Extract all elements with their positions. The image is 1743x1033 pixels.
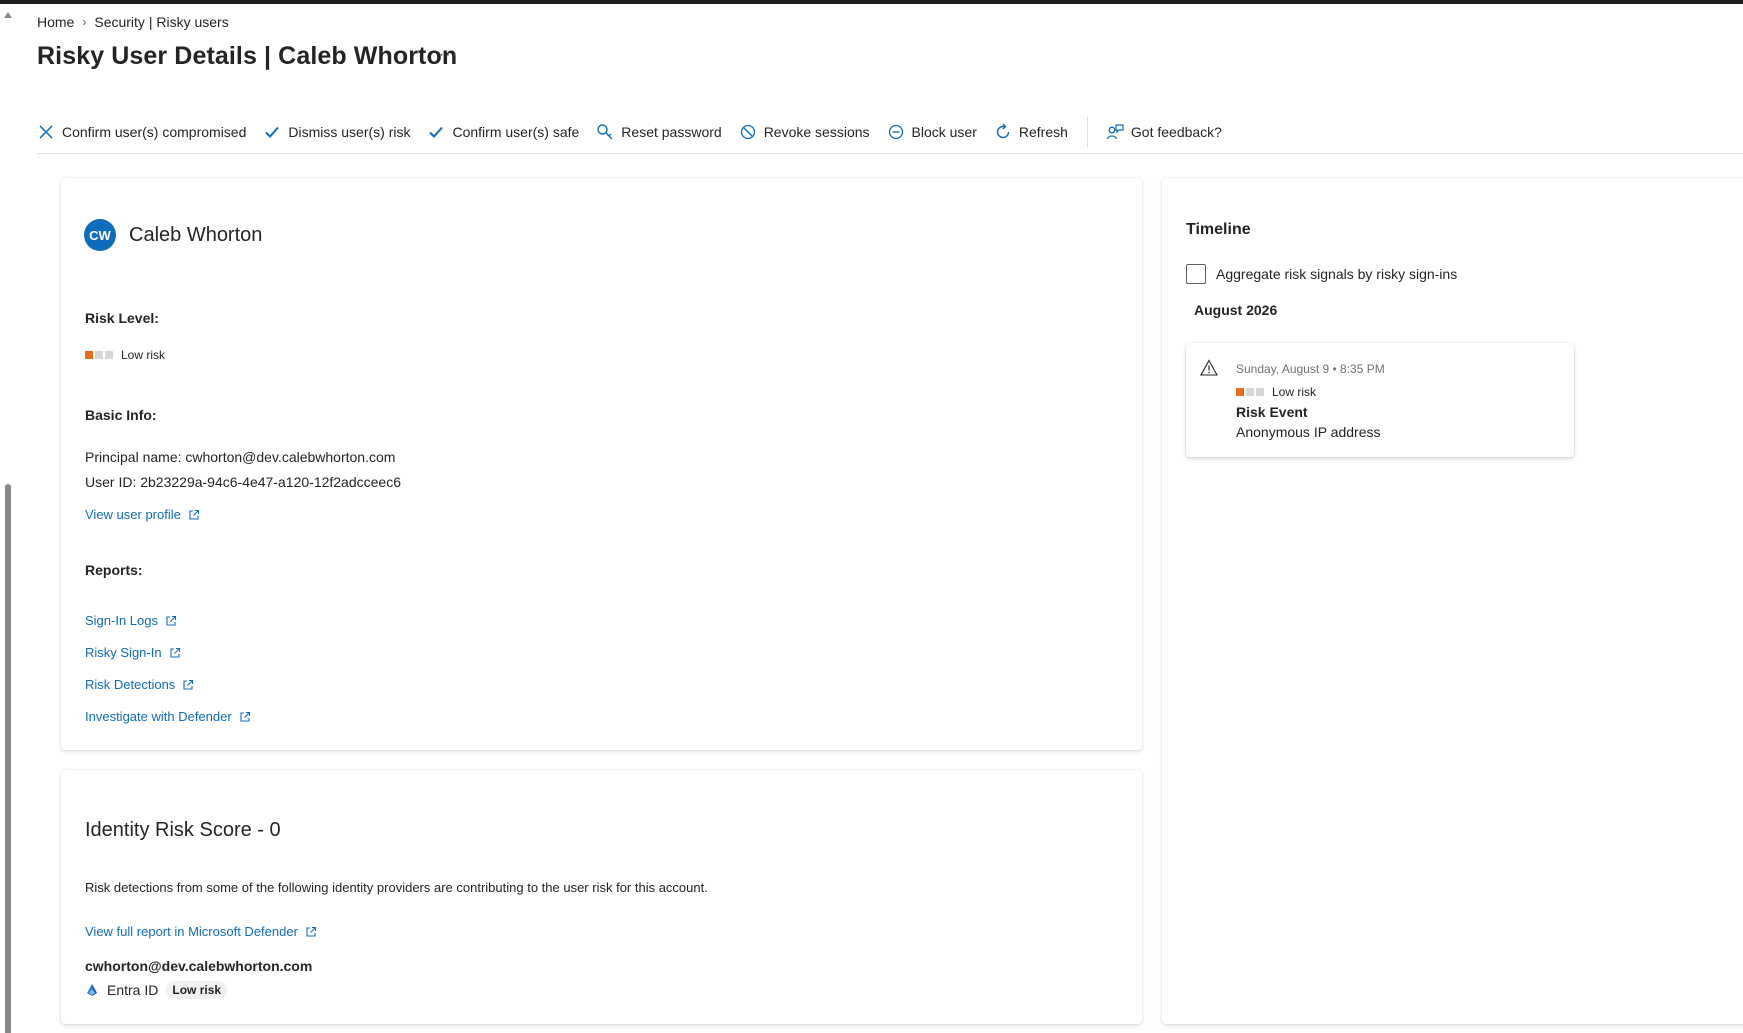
main-content: Home › Security | Risky users Risky User…	[14, 4, 1743, 1033]
risk-detections-link[interactable]: Risk Detections	[85, 677, 194, 692]
aggregate-risk-checkbox-row[interactable]: Aggregate risk signals by risky sign-ins	[1186, 264, 1457, 284]
sign-in-logs-link[interactable]: Sign-In Logs	[85, 613, 177, 628]
risk-level-value: Low risk	[121, 348, 166, 362]
reset-password-button[interactable]: Reset password	[596, 123, 722, 141]
block-circle-icon	[887, 123, 905, 141]
event-description: Anonymous IP address	[1236, 424, 1381, 440]
event-date: Sunday, August 9 • 8:35 PM	[1236, 362, 1385, 376]
refresh-button[interactable]: Refresh	[994, 123, 1068, 141]
page-title: Risky User Details | Caleb Whorton	[37, 42, 458, 70]
event-type: Risk Event	[1236, 404, 1308, 420]
risk-detections-label: Risk Detections	[85, 677, 176, 692]
view-user-profile-link[interactable]: View user profile	[85, 507, 200, 522]
timeline-title: Timeline	[1186, 221, 1251, 238]
command-bar: Confirm user(s) compromised Dismiss user…	[37, 116, 1239, 148]
feedback-label: Got feedback?	[1130, 124, 1222, 140]
investigate-defender-label: Investigate with Defender	[85, 709, 232, 724]
more-options-button[interactable]: ···	[439, 46, 458, 64]
identity-risk-score-card: Identity Risk Score - 0 Risk detections …	[61, 770, 1142, 1024]
event-risk-indicator: Low risk	[1236, 385, 1316, 399]
identity-email: cwhorton@dev.calebwhorton.com	[85, 958, 313, 974]
person-feedback-icon	[1106, 123, 1124, 141]
dismiss-risk-button[interactable]: Dismiss user(s) risk	[263, 123, 410, 141]
key-icon	[596, 123, 614, 141]
timeline-card: Timeline Aggregate risk signals by risky…	[1162, 178, 1743, 1024]
risky-sign-in-label: Risky Sign-In	[85, 645, 162, 660]
risk-level-bars	[85, 351, 113, 359]
event-risk-bars	[1236, 388, 1264, 396]
identity-provider-name: Entra ID	[107, 982, 159, 998]
open-external-icon	[189, 509, 199, 520]
prohibited-icon	[739, 123, 757, 141]
feedback-button[interactable]: Got feedback?	[1106, 123, 1222, 141]
revoke-sessions-label: Revoke sessions	[763, 124, 870, 140]
principal-name: Principal name: cwhorton@dev.calebwhorto…	[85, 449, 396, 465]
investigate-defender-link[interactable]: Investigate with Defender	[85, 709, 251, 724]
breadcrumb: Home › Security | Risky users	[37, 14, 229, 30]
checkmark-icon	[427, 123, 445, 141]
confirm-safe-label: Confirm user(s) safe	[452, 124, 580, 140]
reset-password-label: Reset password	[621, 124, 722, 140]
open-external-icon	[170, 647, 180, 658]
confirm-safe-button[interactable]: Confirm user(s) safe	[427, 123, 579, 141]
sign-in-logs-label: Sign-In Logs	[85, 613, 158, 628]
risk-level-indicator: Low risk	[85, 348, 165, 362]
user-details-card: CW Caleb Whorton Risk Level: Low risk Ba…	[61, 178, 1142, 750]
reports-label: Reports:	[85, 562, 143, 578]
view-user-profile-label: View user profile	[85, 507, 181, 522]
dismiss-risk-label: Dismiss user(s) risk	[288, 124, 411, 140]
open-external-icon	[166, 615, 177, 626]
vertical-scrollbar[interactable]	[0, 4, 14, 1033]
scrollbar-thumb[interactable]	[5, 484, 11, 1033]
breadcrumb-home[interactable]: Home	[37, 14, 74, 30]
breadcrumb-risky-users[interactable]: Security | Risky users	[94, 14, 228, 30]
confirm-compromised-label: Confirm user(s) compromised	[62, 124, 247, 140]
checkmark-icon	[263, 123, 281, 141]
dismiss-x-icon	[37, 123, 55, 141]
open-external-icon	[240, 711, 250, 722]
risk-level-label: Risk Level:	[85, 310, 159, 326]
risky-sign-in-link[interactable]: Risky Sign-In	[85, 645, 181, 660]
toolbar-separator-line	[37, 153, 1743, 154]
status-badge: Low risk	[166, 981, 228, 999]
view-full-report-label: View full report in Microsoft Defender	[85, 924, 298, 939]
toolbar-divider	[1086, 117, 1088, 147]
revoke-sessions-button[interactable]: Revoke sessions	[739, 123, 870, 141]
open-external-icon	[306, 926, 316, 937]
event-risk-level: Low risk	[1272, 385, 1317, 399]
avatar: CW	[84, 219, 116, 251]
identity-risk-score-title: Identity Risk Score - 0	[85, 819, 281, 841]
block-user-label: Block user	[911, 124, 977, 140]
identity-risk-description: Risk detections from some of the followi…	[85, 880, 708, 895]
entra-id-icon	[87, 984, 97, 996]
block-user-button[interactable]: Block user	[887, 123, 977, 141]
warning-triangle-icon	[1200, 359, 1218, 376]
user-id: User ID: 2b23229a-94c6-4e47-a120-12f2adc…	[85, 474, 401, 490]
view-full-report-link[interactable]: View full report in Microsoft Defender	[85, 924, 317, 939]
timeline-month: August 2026	[1194, 302, 1278, 318]
aggregate-risk-checkbox[interactable]	[1186, 264, 1206, 284]
refresh-label: Refresh	[1018, 124, 1068, 140]
timeline-event[interactable]: Sunday, August 9 • 8:35 PM Low risk Risk…	[1186, 343, 1574, 457]
open-external-icon	[183, 679, 194, 690]
breadcrumb-separator: ›	[82, 15, 87, 29]
aggregate-risk-label: Aggregate risk signals by risky sign-ins	[1216, 266, 1458, 282]
scroll-up-arrow-icon[interactable]	[4, 12, 12, 18]
basic-info-label: Basic Info:	[85, 407, 157, 423]
user-name: Caleb Whorton	[129, 224, 263, 246]
refresh-icon	[994, 123, 1012, 141]
identity-provider-row: Entra ID Low risk	[85, 981, 228, 999]
confirm-compromised-button[interactable]: Confirm user(s) compromised	[37, 123, 246, 141]
